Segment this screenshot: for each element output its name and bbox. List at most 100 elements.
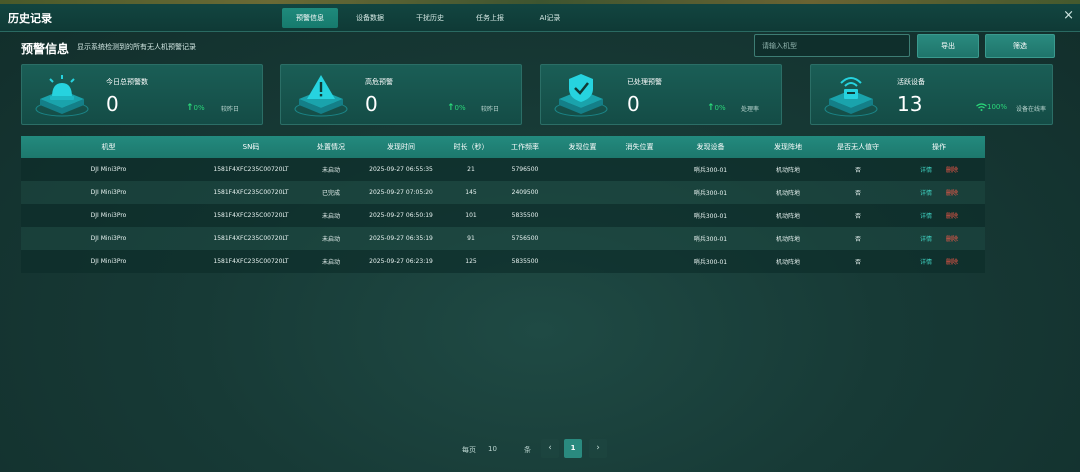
- card-note: 处理率: [741, 106, 760, 113]
- search-input[interactable]: [754, 34, 910, 57]
- detail-link[interactable]: 详情: [920, 259, 932, 266]
- card-note: 较昨日: [481, 106, 500, 113]
- tab-jamming-history[interactable]: 干扰历史: [402, 8, 458, 28]
- card-note: 较昨日: [221, 106, 240, 113]
- cell-duration: 21: [467, 166, 475, 173]
- detail-link[interactable]: 详情: [920, 213, 932, 220]
- tab-bar: 预警信息 设备数据 干扰历史 任务上报 AI记录: [282, 8, 578, 28]
- table-row: DJI Mini3Pro 1581F4XFC235C00720LT 未启动 20…: [21, 227, 985, 250]
- cell-sn: 1581F4XFC235C00720LT: [213, 166, 289, 173]
- chevron-right-icon[interactable]: ›: [589, 439, 607, 458]
- col-header: 发现阵地: [774, 143, 802, 151]
- col-header: 机型: [101, 143, 116, 151]
- card-trend: 100%: [976, 103, 1007, 111]
- card-label: 活跃设备: [897, 78, 925, 86]
- delete-link[interactable]: 删除: [946, 213, 958, 220]
- stat-card-active-devices: 活跃设备 13 100% 设备在线率: [810, 64, 1053, 125]
- cell-duration: 145: [465, 189, 477, 196]
- cell-status: 未启动: [321, 259, 340, 266]
- filter-button[interactable]: 筛选: [985, 34, 1055, 58]
- cell-time: 2025-09-27 06:23:19: [369, 258, 433, 265]
- cell-sn: 1581F4XFC235C00720LT: [213, 258, 289, 265]
- stat-card-total-warnings: 今日总预警数 0 ↑0% 较昨日: [21, 64, 263, 125]
- warning-triangle-icon: [294, 75, 348, 117]
- cell-model: DJI Mini3Pro: [90, 166, 127, 173]
- table-row: DJI Mini3Pro 1581F4XFC235C00720LT 未启动 20…: [21, 158, 985, 181]
- cell-unattended: 否: [854, 213, 861, 220]
- cell-unattended: 否: [854, 190, 861, 197]
- page-subtitle: 显示系统检测到的所有无人机预警记录: [77, 43, 196, 51]
- cell-sn: 1581F4XFC235C00720LT: [213, 235, 289, 242]
- detail-link[interactable]: 详情: [920, 190, 932, 197]
- chevron-left-icon[interactable]: ‹: [541, 439, 559, 458]
- col-header: 发现设备: [696, 143, 725, 151]
- trend-value: 0%: [714, 104, 726, 112]
- cell-actions: 详情 删除: [893, 257, 985, 266]
- cell-frequency: 2409500: [511, 189, 539, 196]
- cell-duration: 101: [465, 212, 477, 219]
- delete-link[interactable]: 删除: [946, 167, 958, 174]
- window-title: 历史记录: [8, 12, 52, 25]
- detail-link[interactable]: 详情: [920, 167, 932, 174]
- cell-actions: 详情 删除: [893, 211, 985, 220]
- cell-frequency: 5756500: [511, 235, 539, 242]
- trend-value: 0%: [454, 104, 466, 112]
- cell-time: 2025-09-27 06:35:19: [369, 235, 433, 242]
- card-label: 今日总预警数: [106, 78, 148, 86]
- pagination-per-page-label: 每页: [462, 446, 476, 454]
- stat-card-high-risk: 高危预警 0 ↑0% 较昨日: [280, 64, 522, 125]
- cell-unattended: 否: [854, 259, 861, 266]
- cell-model: DJI Mini3Pro: [90, 212, 127, 219]
- table-row: DJI Mini3Pro 1581F4XFC235C00720LT 已完成 20…: [21, 181, 985, 204]
- tab-warning-info[interactable]: 预警信息: [282, 8, 338, 28]
- close-icon[interactable]: ×: [1063, 8, 1074, 24]
- pagination-page-1[interactable]: 1: [564, 439, 582, 458]
- tab-device-data[interactable]: 设备数据: [342, 8, 398, 28]
- col-header: 消失位置: [625, 143, 654, 151]
- cell-position: 机动阵地: [775, 236, 800, 243]
- cell-device: 哨兵300-01: [693, 167, 728, 174]
- trend-up-icon: ↑: [447, 103, 455, 113]
- title-bar: 历史记录 预警信息 设备数据 干扰历史 任务上报 AI记录 ×: [0, 4, 1080, 32]
- cell-unattended: 否: [854, 167, 861, 174]
- trend-up-icon: ↑: [707, 103, 715, 113]
- cell-position: 机动阵地: [775, 190, 800, 197]
- cell-duration: 125: [465, 258, 477, 265]
- detail-link[interactable]: 详情: [920, 236, 932, 243]
- shield-check-icon: [554, 74, 608, 117]
- trend-value: 100%: [987, 103, 1008, 111]
- cell-frequency: 5835500: [511, 258, 539, 265]
- col-header: 发现位置: [568, 143, 597, 151]
- cell-model: DJI Mini3Pro: [90, 189, 127, 196]
- cell-sn: 1581F4XFC235C00720LT: [213, 189, 289, 196]
- card-label: 已处理预警: [627, 78, 662, 86]
- cell-actions: 详情 删除: [893, 165, 985, 174]
- card-trend: ↑0%: [447, 103, 466, 113]
- delete-link[interactable]: 删除: [946, 236, 958, 243]
- col-header: 工作频率: [511, 143, 539, 151]
- cell-time: 2025-09-27 06:50:19: [369, 212, 433, 219]
- tab-ai-records[interactable]: AI记录: [522, 8, 578, 28]
- col-header: 是否无人值守: [837, 143, 879, 151]
- cell-position: 机动阵地: [775, 213, 800, 220]
- cell-device: 哨兵300-01: [693, 259, 728, 266]
- cell-status: 已完成: [321, 190, 340, 197]
- cell-frequency: 5796500: [511, 166, 539, 173]
- cell-time: 2025-09-27 06:55:35: [369, 166, 433, 173]
- cell-device: 哨兵300-01: [693, 190, 728, 197]
- trend-up-icon: ↑: [186, 103, 194, 113]
- delete-link[interactable]: 删除: [946, 190, 958, 197]
- cell-device: 哨兵300-01: [693, 213, 728, 220]
- card-note: 设备在线率: [1016, 106, 1047, 113]
- export-button[interactable]: 导出: [917, 34, 979, 58]
- warning-table: 机型 SN码 处置情况 发现时间 时长（秒） 工作频率 发现位置 消失位置 发现…: [21, 136, 985, 273]
- page-title: 预警信息: [21, 42, 70, 56]
- cell-position: 机动阵地: [775, 259, 800, 266]
- delete-link[interactable]: 删除: [946, 259, 958, 266]
- col-header: SN码: [242, 143, 260, 151]
- tab-task-report[interactable]: 任务上报: [462, 8, 518, 28]
- pagination-page-size[interactable]: 10: [488, 445, 497, 465]
- cell-actions: 详情 删除: [893, 188, 985, 197]
- col-header: 发现时间: [387, 143, 415, 151]
- card-label: 高危预警: [365, 78, 393, 86]
